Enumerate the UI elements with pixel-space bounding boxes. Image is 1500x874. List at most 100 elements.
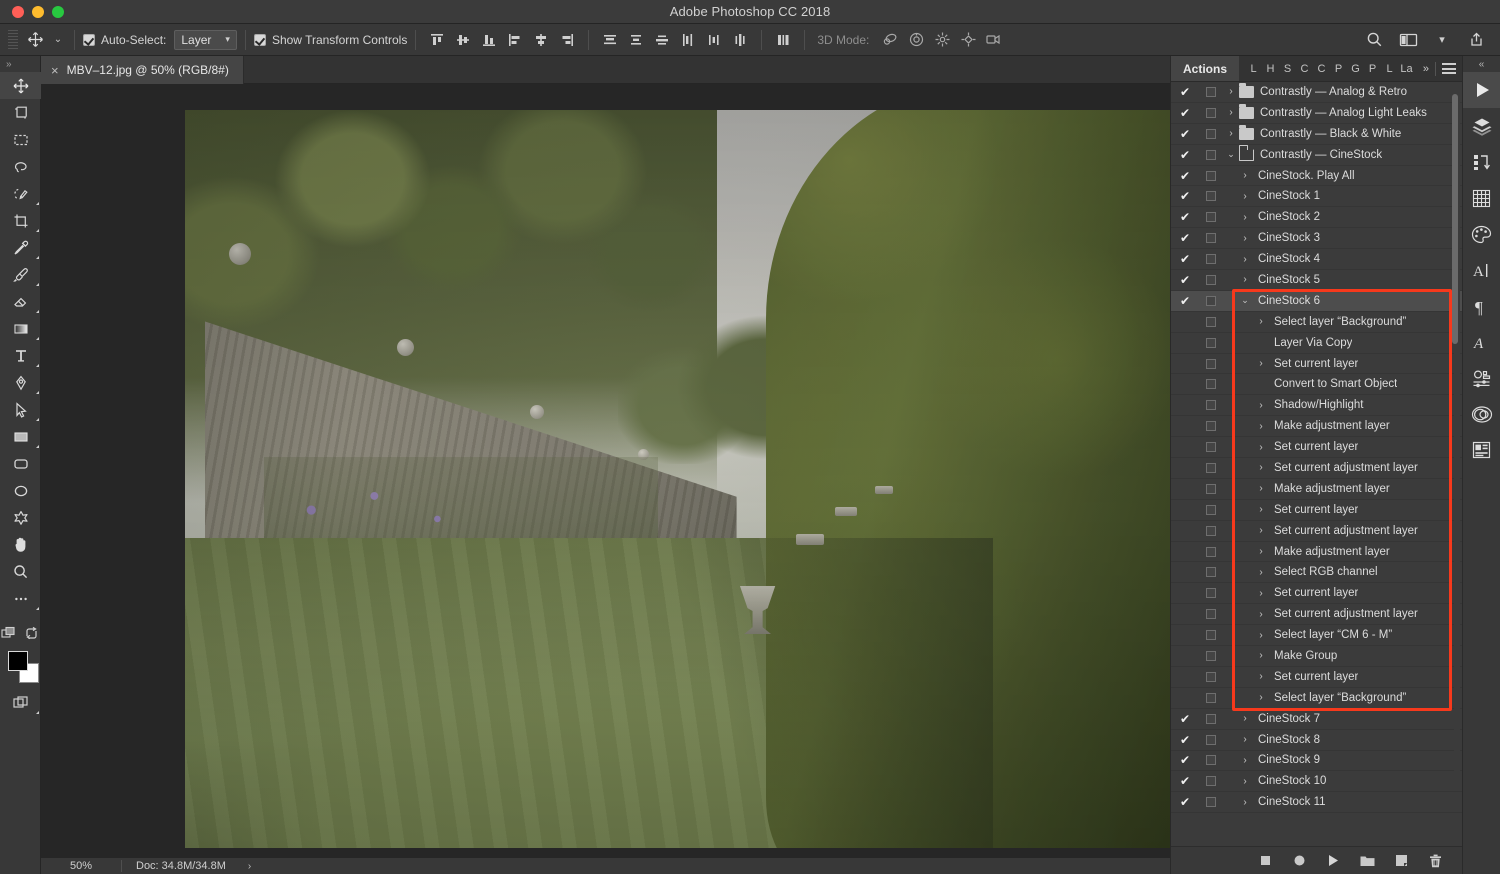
action-dialog-toggle[interactable]	[1199, 107, 1223, 118]
actions-row[interactable]: › Select layer “CM 6 - M”	[1171, 625, 1462, 647]
dialog-toggle-box[interactable]	[1206, 483, 1216, 494]
expand-tabs-icon[interactable]: »	[1423, 63, 1429, 75]
action-dialog-toggle[interactable]	[1199, 692, 1223, 703]
show-transform-controls-group[interactable]: Show Transform Controls	[253, 33, 407, 47]
dialog-toggle-box[interactable]	[1206, 504, 1216, 515]
dialog-toggle-box[interactable]	[1206, 295, 1216, 306]
dialog-toggle-box[interactable]	[1206, 128, 1216, 139]
action-enabled-checkmark[interactable]: ✔	[1171, 274, 1199, 286]
chevron-right-icon[interactable]: ›	[1253, 588, 1269, 599]
chevron-right-icon[interactable]: ›	[1223, 86, 1239, 97]
path-selection-tool[interactable]	[0, 396, 41, 423]
action-dialog-toggle[interactable]	[1199, 212, 1223, 223]
action-dialog-toggle[interactable]	[1199, 337, 1223, 348]
actions-row[interactable]: ✔ › CineStock 1	[1171, 186, 1462, 208]
share-icon[interactable]	[1464, 28, 1488, 52]
action-dialog-toggle[interactable]	[1199, 776, 1223, 787]
chevron-right-icon[interactable]: ›	[1253, 483, 1269, 494]
action-dialog-toggle[interactable]	[1199, 525, 1223, 536]
brush-tool[interactable]	[0, 261, 41, 288]
3d-pan-icon[interactable]	[929, 28, 955, 52]
close-icon[interactable]: ×	[51, 64, 59, 77]
chevron-right-icon[interactable]: ›	[1253, 462, 1269, 473]
align-bottom-edges-button[interactable]	[476, 28, 502, 52]
actions-row[interactable]: › Set current adjustment layer	[1171, 604, 1462, 626]
actions-row[interactable]: › Select layer “Background”	[1171, 688, 1462, 709]
3d-slide-icon[interactable]	[955, 28, 981, 52]
chevron-right-icon[interactable]: ›	[1237, 233, 1253, 244]
action-enabled-checkmark[interactable]: ✔	[1171, 190, 1199, 202]
action-dialog-toggle[interactable]	[1199, 755, 1223, 766]
document-tab[interactable]: × MBV–12.jpg @ 50% (RGB/8#)	[41, 56, 244, 84]
move-tool-icon[interactable]	[20, 28, 50, 52]
actions-row[interactable]: Convert to Smart Object	[1171, 374, 1462, 396]
align-right-edges-button[interactable]	[554, 28, 580, 52]
action-dialog-toggle[interactable]	[1199, 191, 1223, 202]
action-enabled-checkmark[interactable]: ✔	[1171, 170, 1199, 182]
action-enabled-checkmark[interactable]: ✔	[1171, 713, 1199, 725]
dialog-toggle-box[interactable]	[1206, 462, 1216, 473]
canvas-area[interactable]	[41, 84, 1170, 858]
dialog-toggle-box[interactable]	[1206, 567, 1216, 578]
crop-tool[interactable]	[0, 207, 41, 234]
play-selection-icon[interactable]	[1324, 852, 1342, 870]
minimize-window-button[interactable]	[32, 6, 44, 18]
dialog-toggle-box[interactable]	[1206, 86, 1216, 97]
swap-colors-icon[interactable]	[24, 626, 39, 641]
action-enabled-checkmark[interactable]: ✔	[1171, 107, 1199, 119]
dialog-toggle-box[interactable]	[1206, 713, 1216, 724]
rectangle-tool[interactable]	[0, 423, 41, 450]
chevron-right-icon[interactable]: ›	[1253, 504, 1269, 515]
swatches-panel-icon[interactable]	[1463, 180, 1500, 216]
dialog-toggle-box[interactable]	[1206, 692, 1216, 703]
begin-recording-icon[interactable]	[1290, 852, 1308, 870]
action-dialog-toggle[interactable]	[1199, 379, 1223, 390]
dialog-toggle-box[interactable]	[1206, 609, 1216, 620]
chevron-right-icon[interactable]: ›	[1237, 274, 1253, 285]
chevron-right-icon[interactable]: ›	[1223, 128, 1239, 139]
chevron-right-icon[interactable]: ›	[1237, 212, 1253, 223]
chevron-right-icon[interactable]: ›	[1253, 630, 1269, 641]
chevron-right-icon[interactable]: ›	[1253, 671, 1269, 682]
zoom-tool[interactable]	[0, 558, 41, 585]
custom-shape-tool[interactable]	[0, 504, 41, 531]
dialog-toggle-box[interactable]	[1206, 254, 1216, 265]
action-dialog-toggle[interactable]	[1199, 421, 1223, 432]
action-dialog-toggle[interactable]	[1199, 504, 1223, 515]
action-dialog-toggle[interactable]	[1199, 650, 1223, 661]
adjustments-panel-icon[interactable]	[1463, 360, 1500, 396]
chevron-right-icon[interactable]: ›	[1237, 170, 1253, 181]
actions-row[interactable]: ✔ › CineStock 3	[1171, 228, 1462, 250]
align-distribute-options-button[interactable]	[770, 28, 796, 52]
tool-preset-caret[interactable]: ⌄	[50, 34, 66, 45]
actions-row[interactable]: ✔ › CineStock 10	[1171, 771, 1462, 793]
chevron-right-icon[interactable]: ›	[1237, 191, 1253, 202]
move-tool[interactable]	[0, 72, 41, 99]
dialog-toggle-box[interactable]	[1206, 316, 1216, 327]
dialog-toggle-box[interactable]	[1206, 212, 1216, 223]
actions-row[interactable]: › Set current layer	[1171, 354, 1462, 375]
edit-toolbar-tool[interactable]	[0, 585, 41, 612]
collapsed-tab-9[interactable]: La	[1398, 63, 1415, 75]
actions-row[interactable]: ✔ › Contrastly — Analog & Retro	[1171, 82, 1462, 103]
actions-row[interactable]: ✔ › CineStock 2	[1171, 207, 1462, 229]
dialog-toggle-box[interactable]	[1206, 734, 1216, 745]
action-dialog-toggle[interactable]	[1199, 713, 1223, 724]
cc-libraries-panel-icon[interactable]	[1463, 396, 1500, 432]
arrange-documents-icon[interactable]	[1396, 28, 1420, 52]
show-transform-checkbox[interactable]	[253, 33, 266, 46]
new-set-icon[interactable]	[1358, 852, 1376, 870]
dialog-toggle-box[interactable]	[1206, 149, 1216, 160]
chevron-right-icon[interactable]: ›	[1223, 107, 1239, 118]
3d-camera-icon[interactable]	[981, 28, 1007, 52]
gradient-tool[interactable]	[0, 315, 41, 342]
action-enabled-checkmark[interactable]: ✔	[1171, 149, 1199, 161]
quick-selection-tool[interactable]	[0, 180, 41, 207]
action-dialog-toggle[interactable]	[1199, 609, 1223, 620]
actions-row[interactable]: › Set current adjustment layer	[1171, 521, 1462, 542]
eyedropper-tool[interactable]	[0, 234, 41, 261]
distribute-horizontal-centers-button[interactable]	[701, 28, 727, 52]
actions-row[interactable]: ✔ ⌄ Contrastly — CineStock	[1171, 145, 1462, 166]
ellipse-tool[interactable]	[0, 477, 41, 504]
delete-icon[interactable]	[1426, 852, 1444, 870]
